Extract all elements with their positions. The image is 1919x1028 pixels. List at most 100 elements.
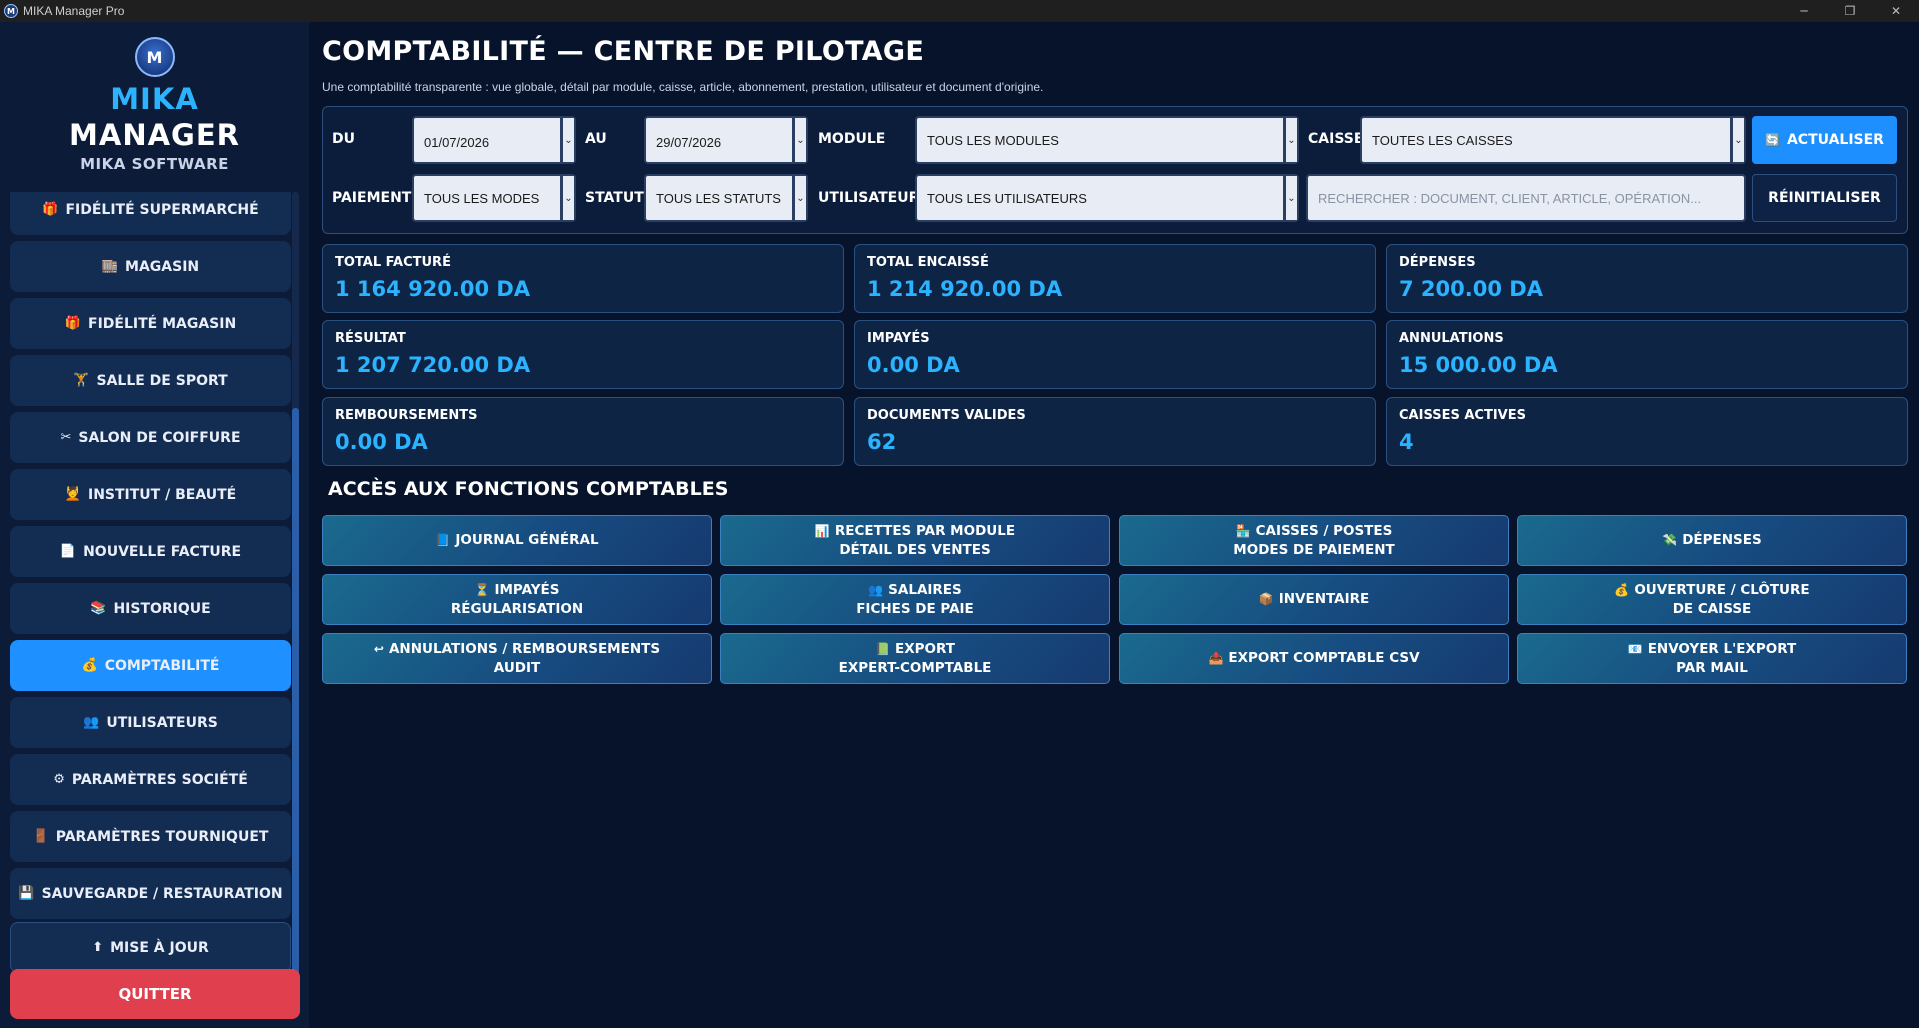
kpi-value: 15 000.00 DA: [1399, 353, 1558, 377]
sidebar-item-sauvegarde-restauration[interactable]: 💾 SAUVEGARDE / RESTAURATION: [10, 868, 291, 919]
page-subtitle: Une comptabilité transparente : vue glob…: [322, 80, 1044, 94]
refresh-button-label: ACTUALISER: [1786, 132, 1884, 148]
sidebar-item-salle-de-sport[interactable]: 🏋 SALLE DE SPORT: [10, 355, 291, 406]
salaires-button[interactable]: 👥 SALAIRES FICHES DE PAIE: [720, 574, 1110, 625]
sidebar: M MIKA MANAGER MIKA SOFTWARE 🎁 FIDÉLITÉ S…: [0, 22, 309, 1028]
sidebar-item-nouvelle-facture[interactable]: 📄 NOUVELLE FACTURE: [10, 526, 291, 577]
outbox-icon: 📤: [1208, 651, 1224, 665]
chevron-down-icon[interactable]: ⌄: [1283, 118, 1297, 162]
sidebar-item-label: UTILISATEURS: [106, 714, 218, 731]
payment-mode-value: TOUS LES MODES: [424, 190, 540, 206]
sidebar-item-label: SALON DE COIFFURE: [78, 429, 241, 446]
window-title: MIKA Manager Pro: [23, 4, 125, 18]
refresh-icon: 🔄: [1765, 133, 1780, 147]
ouverture-cloture-caisse-button[interactable]: 💰 OUVERTURE / CLÔTURE DE CAISSE: [1517, 574, 1907, 625]
au-label: AU: [585, 131, 607, 147]
window-controls: ─ ❐ ✕: [1781, 0, 1919, 22]
kpi-card-total-facture: TOTAL FACTURÉ 1 164 920.00 DA: [322, 244, 844, 313]
sidebar-item-institut-beaute[interactable]: 💆 INSTITUT / BEAUTÉ: [10, 469, 291, 520]
chevron-down-icon[interactable]: ⌄: [560, 176, 574, 220]
sidebar-item-salon-de-coiffure[interactable]: ✂ SALON DE COIFFURE: [10, 412, 291, 463]
module-label: MODULE: [818, 131, 886, 147]
refresh-button[interactable]: 🔄 ACTUALISER: [1752, 116, 1897, 164]
maximize-icon[interactable]: ❐: [1827, 0, 1873, 22]
brand-block: M MIKA MANAGER MIKA SOFTWARE: [0, 37, 309, 173]
annulations-remboursements-button[interactable]: ↩ ANNULATIONS / REMBOURSEMENTS AUDIT: [322, 633, 712, 684]
section-title-fonctions: ACCÈS AUX FONCTIONS COMPTABLES: [328, 478, 729, 500]
weightlifter-icon: 🏋: [73, 373, 90, 388]
button-sublabel: AUDIT: [493, 659, 541, 676]
sidebar-item-magasin[interactable]: 🏬 MAGASIN: [10, 241, 291, 292]
button-label: JOURNAL GÉNÉRAL: [455, 532, 599, 548]
kpi-label: CAISSES ACTIVES: [1399, 408, 1526, 423]
user-select[interactable]: TOUS LES UTILISATEURS ⌄: [915, 174, 1299, 222]
sidebar-item-label: SALLE DE SPORT: [96, 372, 228, 389]
button-label: DÉPENSES: [1682, 532, 1762, 548]
sidebar-item-comptabilite[interactable]: 💰 COMPTABILITÉ: [10, 640, 291, 691]
date-to-value: 29/07/2026: [656, 134, 722, 150]
sidebar-scrollbar-thumb[interactable]: [292, 408, 299, 983]
button-label: CAISSES / POSTES: [1255, 522, 1393, 539]
chevron-down-icon[interactable]: ⌄: [792, 176, 806, 220]
gift-icon: 🎁: [64, 316, 81, 331]
du-label: DU: [332, 131, 355, 147]
export-expert-comptable-button[interactable]: 📗 EXPORT EXPERT-COMPTABLE: [720, 633, 1110, 684]
date-to-field[interactable]: 29/07/2026 ⌄: [644, 116, 808, 164]
sidebar-item-label: MISE À JOUR: [110, 939, 209, 956]
chevron-down-icon[interactable]: ⌄: [792, 118, 806, 162]
search-input[interactable]: RECHERCHER : DOCUMENT, CLIENT, ARTICLE, …: [1306, 174, 1746, 222]
chevron-down-icon[interactable]: ⌄: [1730, 118, 1744, 162]
chevron-down-icon[interactable]: ⌄: [560, 118, 574, 162]
kpi-value: 1 164 920.00 DA: [335, 277, 531, 301]
users-icon: 👥: [83, 715, 100, 730]
kpi-value: 4: [1399, 430, 1414, 454]
chevron-down-icon[interactable]: ⌄: [1283, 176, 1297, 220]
sidebar-item-mise-a-jour[interactable]: ⬆ MISE À JOUR: [10, 922, 291, 973]
sidebar-item-utilisateurs[interactable]: 👥 UTILISATEURS: [10, 697, 291, 748]
sidebar-item-parametres-tourniquet[interactable]: 🚪 PARAMÈTRES TOURNIQUET: [10, 811, 291, 862]
caisses-postes-button[interactable]: 🏪 CAISSES / POSTES MODES DE PAIEMENT: [1119, 515, 1509, 566]
sidebar-scrollbar[interactable]: [292, 192, 299, 983]
button-label: RECETTES PAR MODULE: [834, 522, 1016, 539]
caisse-select[interactable]: TOUTES LES CAISSES ⌄: [1360, 116, 1746, 164]
kpi-value: 0.00 DA: [335, 430, 428, 454]
users-icon: 👥: [868, 582, 884, 597]
kpi-label: IMPAYÉS: [867, 331, 930, 346]
close-icon[interactable]: ✕: [1873, 0, 1919, 22]
kpi-label: DÉPENSES: [1399, 255, 1476, 270]
button-label: INVENTAIRE: [1278, 591, 1370, 607]
status-select-value: TOUS LES STATUTS: [656, 190, 781, 206]
minimize-icon[interactable]: ─: [1781, 0, 1827, 22]
date-from-field[interactable]: 01/07/2026 ⌄: [412, 116, 576, 164]
journal-general-button[interactable]: 📘 JOURNAL GÉNÉRAL: [322, 515, 712, 566]
export-comptable-csv-button[interactable]: 📤 EXPORT COMPTABLE CSV: [1119, 633, 1509, 684]
store-icon: 🏬: [101, 259, 119, 274]
reset-button[interactable]: RÉINITIALISER: [1752, 174, 1897, 222]
sidebar-item-fidelite-supermarche[interactable]: 🎁 FIDÉLITÉ SUPERMARCHÉ: [10, 192, 291, 235]
gear-icon: ⚙: [53, 772, 65, 787]
depenses-button[interactable]: 💸 DÉPENSES: [1517, 515, 1907, 566]
inventaire-button[interactable]: 📦 INVENTAIRE: [1119, 574, 1509, 625]
main-content: COMPTABILITÉ — CENTRE DE PILOTAGE Une co…: [309, 22, 1919, 1028]
scissors-icon: ✂: [60, 430, 72, 445]
kpi-label: TOTAL FACTURÉ: [335, 255, 451, 270]
envoyer-export-mail-button[interactable]: 📧 ENVOYER L'EXPORT PAR MAIL: [1517, 633, 1907, 684]
module-select[interactable]: TOUS LES MODULES ⌄: [915, 116, 1299, 164]
sidebar-item-fidelite-magasin[interactable]: 🎁 FIDÉLITÉ MAGASIN: [10, 298, 291, 349]
status-select[interactable]: TOUS LES STATUTS ⌄: [644, 174, 808, 222]
sidebar-item-label: PARAMÈTRES TOURNIQUET: [55, 828, 269, 845]
recettes-par-module-button[interactable]: 📊 RECETTES PAR MODULE DÉTAIL DES VENTES: [720, 515, 1110, 566]
paiement-label: PAIEMENT: [332, 190, 412, 206]
payment-mode-select[interactable]: TOUS LES MODES ⌄: [412, 174, 576, 222]
button-label: IMPAYÉS: [494, 581, 560, 598]
button-sublabel: FICHES DE PAIE: [856, 600, 974, 617]
sidebar-item-historique[interactable]: 📚 HISTORIQUE: [10, 583, 291, 634]
kpi-card-annulations: ANNULATIONS 15 000.00 DA: [1386, 320, 1908, 389]
sidebar-item-parametres-societe[interactable]: ⚙ PARAMÈTRES SOCIÉTÉ: [10, 754, 291, 805]
kpi-card-remboursements: REMBOURSEMENTS 0.00 DA: [322, 397, 844, 466]
money-bag-icon: 💰: [81, 658, 98, 673]
quit-button[interactable]: QUITTER: [10, 969, 300, 1019]
hourglass-icon: ⏳: [474, 582, 490, 597]
button-label: OUVERTURE / CLÔTURE: [1634, 581, 1810, 598]
impayes-button[interactable]: ⏳ IMPAYÉS RÉGULARISATION: [322, 574, 712, 625]
